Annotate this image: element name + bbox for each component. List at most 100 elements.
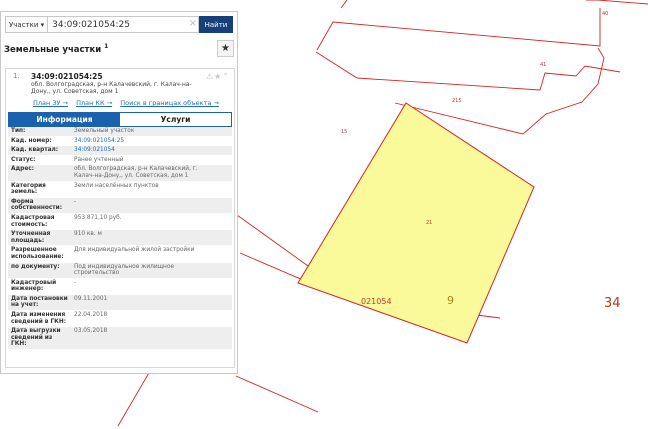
result-address-line: обл. Волгоградская, р-н Калачевский, г. …: [31, 81, 192, 88]
attribute-key: Дата постановки на учет:: [8, 295, 72, 310]
attribute-key-line: на учет:: [11, 302, 39, 309]
tab-information[interactable]: Информация: [9, 113, 120, 126]
attribute-value-line: 03.05.2018: [74, 328, 108, 335]
attribute-key-line: по документу:: [11, 263, 60, 270]
result-count: 1: [104, 43, 109, 50]
parcel-boundary-lower-left: [117, 370, 151, 427]
attribute-row: Кадастровый инженер: -: [8, 278, 232, 295]
tab-services[interactable]: Услуги: [120, 113, 231, 126]
attribute-key-line: инженер:: [11, 286, 44, 293]
attribute-key: Категория земель:: [8, 182, 72, 197]
find-button[interactable]: Найти: [199, 16, 233, 33]
map-label-15: 15: [341, 129, 347, 135]
attribute-value-line: -: [74, 279, 77, 286]
attribute-key-line: Дата выгрузки: [11, 328, 61, 335]
attribute-key-line: Кад. номер:: [11, 137, 52, 144]
map-label-41: 41: [540, 62, 546, 68]
panel-title-text: Земельные участки: [4, 44, 102, 55]
parcel-boundary-41: [315, 51, 621, 91]
attribute-key: по документу:: [8, 263, 72, 278]
result-action-icons[interactable]: ⚠★⌃: [206, 72, 230, 81]
plan-kk-link[interactable]: План КК →: [76, 99, 112, 107]
attribute-value[interactable]: 34:09:021054:25: [72, 137, 232, 146]
favorites-button[interactable]: ★: [217, 40, 234, 57]
attribute-key-line: Кадастровая: [11, 214, 55, 221]
attribute-key-line: стоимость:: [11, 221, 48, 228]
attribute-value-line: 953 871,10 руб.: [74, 214, 122, 221]
attribute-key: Кадастровый инженер:: [8, 279, 72, 294]
attribute-value-line: 34:09:021054:25: [74, 137, 125, 144]
attribute-value-line: Для индивидуальной жилой застройки: [74, 247, 195, 254]
search-input[interactable]: [47, 16, 199, 33]
attribute-row: по документу: Под индивидуальное жилищное…: [8, 262, 232, 279]
attribute-key: Дата выгрузки сведений из ГКН:: [8, 327, 72, 349]
result-cadastral-number[interactable]: 34:09:021054:25: [31, 72, 103, 81]
parcel-boundary-right: [586, 0, 648, 5]
attribute-key-line: Тип:: [11, 128, 26, 134]
attribute-key: Форма собственности:: [8, 198, 72, 213]
attribute-key: Уточненная площадь:: [8, 230, 72, 245]
parcel-boundary-upper: [316, 8, 601, 51]
attribute-value: 03.05.2018: [72, 327, 232, 349]
attribute-value-line: 09.11.2001: [74, 295, 108, 302]
search-in-bounds-link[interactable]: Поиск в границах объекта →: [120, 99, 219, 107]
result-card: 1. 34:09:021054:25 обл. Волгоградская, р…: [5, 68, 235, 368]
attribute-key-line: Кад. квартал:: [11, 147, 59, 154]
map-label-block-34: 34: [604, 296, 621, 311]
tab-bar: Информация Услуги: [8, 112, 232, 127]
attribute-key-line: использование:: [11, 253, 64, 260]
attribute-row: Кад. номер: 34:09:021054:25: [8, 136, 232, 147]
attribute-value: Земельный участок: [72, 127, 232, 136]
attribute-row: Дата изменения сведений в ГКН: 22.04.2018: [8, 311, 232, 328]
attribute-value: 953 871,10 руб.: [72, 214, 232, 229]
attribute-key: Кад. номер:: [8, 137, 72, 146]
attribute-value-line: 22.04.2018: [74, 312, 108, 319]
object-type-select[interactable]: Участки ▾: [5, 16, 48, 33]
attribute-value-line: Калач-на-Дону,, ул. Советская, дом 1: [74, 172, 189, 179]
attribute-row: Уточненная площадь: 910 кв. м: [8, 230, 232, 247]
attribute-value: -: [72, 198, 232, 213]
attribute-value-line: обл. Волгоградская, р-н Калачевский, г.: [74, 166, 198, 173]
attribute-key: Кадастровая стоимость:: [8, 214, 72, 229]
attribute-row: Кадастровая стоимость: 953 871,10 руб.: [8, 213, 232, 231]
attribute-key-line: сведений из ГКН:: [11, 334, 53, 348]
attribute-key: Разрешенное использование:: [8, 246, 72, 261]
panel-title: Земельные участки 1: [4, 43, 108, 55]
attribute-value: -: [72, 279, 232, 294]
attribute-key-line: Адрес:: [11, 166, 35, 173]
attribute-value-line: 34:09:021054: [74, 147, 115, 154]
result-links: План ЗУ → План КК → Поиск в границах объ…: [33, 99, 225, 107]
attribute-value: 910 кв. м: [72, 230, 232, 245]
attribute-value-line: строительство: [74, 270, 120, 277]
attribute-key-line: Дата постановки: [11, 295, 68, 302]
map-label-quarter: 021054: [361, 297, 392, 306]
map-label-215: 215: [452, 98, 462, 104]
selected-parcel-21[interactable]: [297, 102, 535, 344]
attribute-row: Тип: Земельный участок: [8, 127, 232, 137]
clear-icon[interactable]: ×: [189, 18, 197, 29]
attribute-key: Адрес:: [8, 165, 72, 180]
attribute-row: Разрешенное использование: Для индивидуаль…: [8, 246, 232, 263]
attribute-row: Дата выгрузки сведений из ГКН: 03.05.2018: [8, 327, 232, 351]
attribute-value: 22.04.2018: [72, 311, 232, 326]
attribute-key-line: Разрешенное: [11, 247, 57, 254]
attribute-value-line: Ранее учтенный: [74, 156, 124, 163]
result-address-line: Дону,, ул. Советская, дом 1: [31, 88, 119, 95]
search-panel: Участки ▾ × Найти Земельные участки 1 ★ …: [0, 11, 238, 374]
attribute-key-line: Статус:: [11, 156, 36, 163]
map-label-40: 40: [602, 11, 608, 17]
attribute-value[interactable]: 34:09:021054: [72, 146, 232, 155]
attribute-key-line: сведений в ГКН:: [11, 318, 67, 325]
result-index: 1.: [13, 72, 20, 80]
attribute-row: Категория земель: Земли населённых пункто…: [8, 181, 232, 198]
attribute-key-line: Дата изменения: [11, 312, 66, 319]
plan-zu-link[interactable]: План ЗУ →: [33, 99, 68, 107]
attribute-value: 09.11.2001: [72, 295, 232, 310]
attribute-key-line: Категория земель:: [11, 182, 46, 196]
attribute-key-line: площадь:: [11, 237, 45, 244]
attribute-value: Для индивидуальной жилой застройки: [72, 246, 232, 261]
attribute-key: Статус:: [8, 156, 72, 165]
result-address: обл. Волгоградская, р-н Калачевский, г. …: [31, 81, 201, 95]
attribute-key: Тип:: [8, 127, 72, 136]
parcel-boundary-lower-right: [235, 375, 319, 413]
